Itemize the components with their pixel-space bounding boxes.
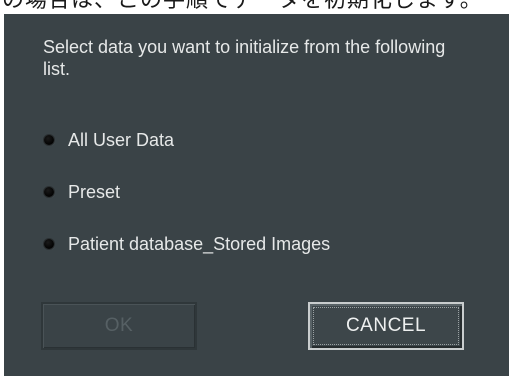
radio-button-icon[interactable] [44,135,54,145]
initialize-data-dialog: Select data you want to initialize from … [4,14,509,376]
option-all-user-data[interactable]: All User Data [44,128,174,152]
page-caption-text: の場合は、この手順でデータを初期化します。 [2,0,483,13]
option-patient-database-stored-images[interactable]: Patient database_Stored Images [44,232,330,256]
radio-button-icon[interactable] [44,187,54,197]
dialog-instruction-text: Select data you want to initialize from … [43,37,446,79]
radio-button-icon[interactable] [44,239,54,249]
option-preset[interactable]: Preset [44,180,120,204]
option-label: All User Data [68,129,175,150]
ok-button[interactable]: OK [41,302,197,350]
option-label: Preset [68,181,121,202]
screen: の場合は、この手順でデータを初期化します。 Select data you wa… [0,0,515,380]
cancel-button[interactable]: CANCEL [308,302,464,350]
option-label: Patient database_Stored Images [68,233,331,254]
